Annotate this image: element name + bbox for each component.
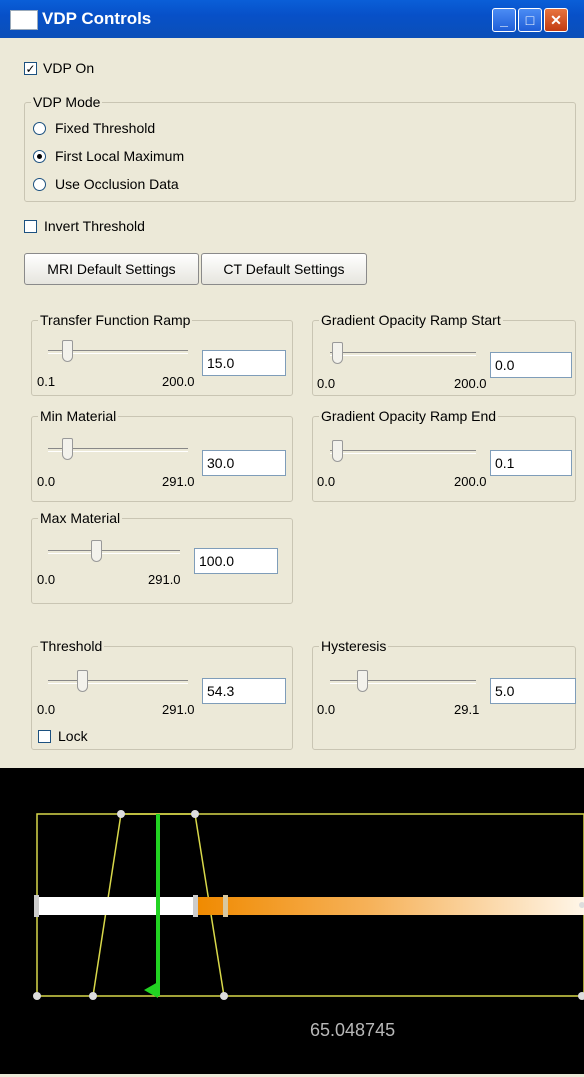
color-bar-white <box>37 897 196 915</box>
gradient-opacity-ramp-start-track <box>330 352 476 356</box>
transfer-function-canvas[interactable]: 65.048745 <box>0 768 584 1074</box>
transfer-function-ramp-max: 200.0 <box>162 374 195 389</box>
max-material-input[interactable]: 100.0 <box>194 548 278 574</box>
min-material-input[interactable]: 30.0 <box>202 450 286 476</box>
control-point[interactable] <box>191 810 199 818</box>
value-readout: 65.048745 <box>310 1020 395 1040</box>
gradient-opacity-ramp-end-track <box>330 450 476 454</box>
radio-use-occlusion-data[interactable] <box>33 178 46 191</box>
min-material-slider[interactable] <box>62 438 73 460</box>
vdp-mode-title: VDP Mode <box>31 94 103 110</box>
invert-threshold-label: Invert Threshold <box>44 218 145 234</box>
threshold-input[interactable]: 54.3 <box>202 678 286 704</box>
threshold-track <box>48 680 188 684</box>
radio-fixed-threshold-label: Fixed Threshold <box>55 120 156 136</box>
transfer-function-ramp-title: Transfer Function Ramp <box>38 312 193 328</box>
threshold-title: Threshold <box>38 638 105 654</box>
hysteresis-track <box>330 680 476 684</box>
hysteresis-max: 29.1 <box>454 702 480 717</box>
gradient-opacity-ramp-start-title: Gradient Opacity Ramp Start <box>319 312 503 328</box>
vdp-on-label: VDP On <box>43 60 95 76</box>
hysteresis-slider[interactable] <box>357 670 368 692</box>
gradient-opacity-ramp-start-max: 200.0 <box>454 376 487 391</box>
control-point[interactable] <box>117 810 125 818</box>
max-material-track <box>48 550 180 554</box>
app-icon <box>10 10 38 30</box>
minimize-button[interactable]: _ <box>492 8 516 32</box>
threshold-min: 0.0 <box>37 702 56 717</box>
threshold-max: 291.0 <box>162 702 195 717</box>
lock-checkbox[interactable] <box>38 730 51 743</box>
hysteresis-min: 0.0 <box>317 702 336 717</box>
window-title: VDP Controls <box>42 9 152 28</box>
color-bar-handle-right[interactable] <box>223 895 228 917</box>
mri-default-settings-button[interactable]: MRI Default Settings <box>24 253 199 285</box>
min-material-min: 0.0 <box>37 474 56 489</box>
control-point[interactable] <box>578 992 584 1000</box>
max-material-slider[interactable] <box>91 540 102 562</box>
control-point[interactable] <box>220 992 228 1000</box>
gradient-opacity-ramp-start-slider[interactable] <box>332 342 343 364</box>
transfer-function-ramp-slider[interactable] <box>62 340 73 362</box>
min-material-title: Min Material <box>38 408 119 424</box>
max-material-min: 0.0 <box>37 572 56 587</box>
radio-first-local-maximum[interactable] <box>33 150 46 163</box>
title-bar: VDP Controls _ □ ✕ <box>0 0 584 38</box>
vdp-on-checkbox[interactable]: ✓ <box>24 62 37 75</box>
min-material-max: 291.0 <box>162 474 195 489</box>
radio-use-occlusion-data-label: Use Occlusion Data <box>55 176 179 192</box>
transfer-function-ramp-min: 0.1 <box>37 374 56 389</box>
gradient-opacity-ramp-end-min: 0.0 <box>317 474 336 489</box>
hysteresis-input[interactable]: 5.0 <box>490 678 576 704</box>
radio-fixed-threshold[interactable] <box>33 122 46 135</box>
lock-label: Lock <box>58 728 88 744</box>
gradient-opacity-ramp-end-slider[interactable] <box>332 440 343 462</box>
gradient-opacity-ramp-start-min: 0.0 <box>317 376 336 391</box>
gradient-opacity-ramp-end-max: 200.0 <box>454 474 487 489</box>
threshold-slider[interactable] <box>77 670 88 692</box>
max-material-title: Max Material <box>38 510 123 526</box>
gradient-opacity-ramp-end-title: Gradient Opacity Ramp End <box>319 408 499 424</box>
invert-threshold-checkbox[interactable] <box>24 220 37 233</box>
gradient-opacity-ramp-end-input[interactable]: 0.1 <box>490 450 572 476</box>
control-point[interactable] <box>89 992 97 1000</box>
close-button[interactable]: ✕ <box>544 8 568 32</box>
gradient-opacity-ramp-start-input[interactable]: 0.0 <box>490 352 572 378</box>
transfer-function-editor[interactable]: 65.048745 <box>0 768 584 1074</box>
max-material-max: 291.0 <box>148 572 181 587</box>
color-bar-handle-mid[interactable] <box>193 895 198 917</box>
control-point[interactable] <box>33 992 41 1000</box>
color-bar-gradient <box>196 897 584 915</box>
transfer-function-ramp-input[interactable]: 15.0 <box>202 350 286 376</box>
radio-first-local-maximum-label: First Local Maximum <box>55 148 185 164</box>
hysteresis-title: Hysteresis <box>319 638 389 654</box>
maximize-button[interactable]: □ <box>518 8 542 32</box>
color-bar-handle-left[interactable] <box>34 895 39 917</box>
ct-default-settings-button[interactable]: CT Default Settings <box>201 253 367 285</box>
